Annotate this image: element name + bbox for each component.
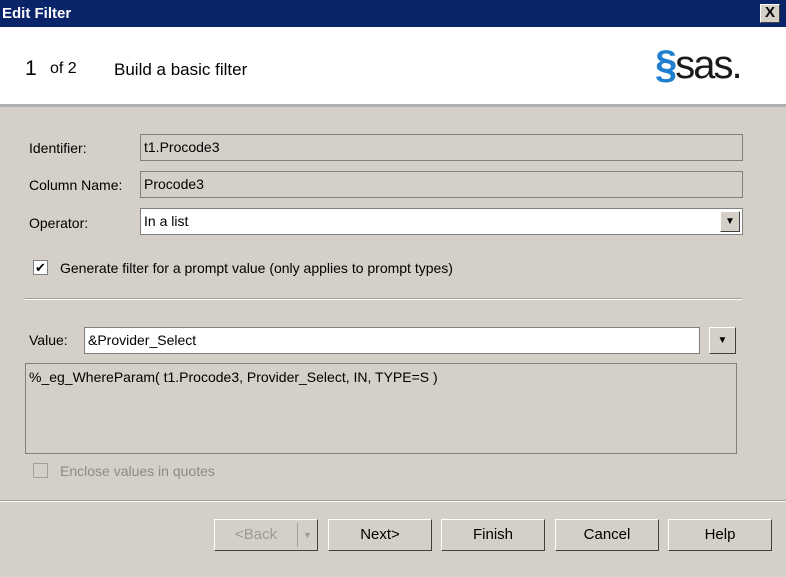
wizard-header: 1 of 2 Build a basic filter §sas. — [0, 27, 786, 107]
sas-logo: §sas. — [655, 43, 743, 87]
column-name-field: Procode3 — [140, 171, 743, 198]
step-number: 1 — [25, 57, 37, 80]
value-label: Value: — [29, 332, 68, 348]
identifier-label: Identifier: — [29, 140, 87, 156]
step-title: Build a basic filter — [114, 60, 248, 79]
window-title: Edit Filter — [2, 5, 72, 22]
back-dropdown-icon[interactable]: ▼ — [297, 523, 317, 547]
close-button[interactable]: X — [760, 4, 780, 23]
operator-select[interactable]: In a list ▼ — [140, 208, 743, 235]
quotes-checkbox[interactable] — [33, 463, 48, 478]
identifier-field: t1.Procode3 — [140, 134, 743, 161]
quotes-checkbox-label: Enclose values in quotes — [60, 463, 215, 479]
prompt-checkbox-label: Generate filter for a prompt value (only… — [60, 260, 453, 276]
prompt-checkbox[interactable]: ✔ — [33, 260, 48, 275]
back-button[interactable]: <Back ▼ — [214, 519, 318, 551]
step-total: of 2 — [50, 60, 77, 77]
divider — [25, 298, 742, 300]
help-button[interactable]: Help — [668, 519, 772, 551]
chevron-down-icon[interactable]: ▼ — [720, 211, 740, 232]
back-label: <Back — [235, 526, 278, 543]
value-input[interactable]: &Provider_Select — [84, 327, 700, 354]
footer-divider — [0, 500, 786, 502]
finish-button[interactable]: Finish — [441, 519, 545, 551]
cancel-button[interactable]: Cancel — [555, 519, 659, 551]
expression-textarea[interactable]: %_eg_WhereParam( t1.Procode3, Provider_S… — [25, 363, 737, 454]
value-dropdown-button[interactable]: ▼ — [709, 327, 736, 354]
title-bar: Edit Filter X — [0, 0, 786, 27]
operator-value: In a list — [144, 213, 189, 229]
next-button[interactable]: Next> — [328, 519, 432, 551]
column-name-label: Column Name: — [29, 177, 123, 193]
operator-label: Operator: — [29, 215, 89, 231]
